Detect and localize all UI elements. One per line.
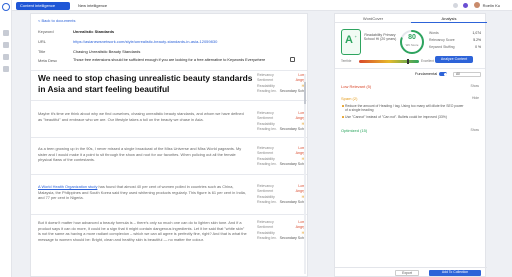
issue-item: Reduce the amount of Heading / tag. Usin… <box>342 104 465 112</box>
nav-icon-4[interactable] <box>3 66 9 72</box>
gauge-ring-icon <box>400 30 424 54</box>
url-value[interactable]: https://asianewsnetwork.com/style/unreal… <box>73 39 217 44</box>
paragraph-3[interactable]: A World Health Organization study has fo… <box>38 184 248 201</box>
bullet-icon <box>342 116 344 118</box>
meta-desc-value[interactable]: Those free extensions should be sufficie… <box>73 58 283 63</box>
document-panel: < Back to documents Keyword Unrealistic … <box>30 13 309 277</box>
scrollbar-thumb[interactable] <box>304 82 306 104</box>
title-value[interactable]: Chasing Unrealistic Beauty Standards <box>73 49 140 54</box>
section-spam[interactable]: Spam (2) <box>341 96 357 101</box>
export-button[interactable]: Export <box>395 270 419 276</box>
meta-desc-label: Meta Desc <box>38 58 58 63</box>
add-to-collection-button[interactable]: Add To Collection <box>429 270 481 276</box>
metrics-block-0: RelevancyLow SentimentAngry ReadabilityH… <box>257 73 305 95</box>
scrollbar[interactable] <box>304 74 306 274</box>
slider-max-label: Excellent <box>421 59 434 63</box>
readability-text: Readability Primary School Hi (20 years) <box>363 33 397 42</box>
metrics-block-3: RelevancyLow SentimentAngry ReadabilityH… <box>257 184 305 206</box>
metric-row: Reading lev. Secondary Sch. <box>257 127 305 132</box>
back-to-documents-link[interactable]: < Back to documents <box>38 18 75 23</box>
metric-row: Reading lev. Secondary Sch. <box>257 236 305 241</box>
section-low-relevant-toggle[interactable]: Show <box>471 84 479 88</box>
paragraph-2[interactable]: As a teen growing up in the 90s, I never… <box>38 146 248 163</box>
bullet-icon <box>342 105 344 107</box>
filter-select[interactable]: All <box>453 72 481 77</box>
nav-icon-1[interactable] <box>3 30 9 36</box>
stat-keyword-stuffing: Keyword Stuffing 0 % <box>429 45 481 49</box>
metric-row: Reading lev. Secondary Sch. <box>257 200 305 205</box>
analyze-content-button[interactable]: Analyze Content <box>435 56 473 63</box>
slider-min-label: Terrible <box>341 59 352 63</box>
nav-icon-2[interactable] <box>3 42 9 48</box>
panel-tabs: WordCover Analysis <box>335 14 487 23</box>
who-study-link[interactable]: A World Health Organization study <box>38 184 97 189</box>
notification-icon[interactable] <box>463 3 468 8</box>
stat-relevancy: Relevancy Score 5.2% <box>429 38 481 42</box>
issue-item: Use "Cannot" instead of "Can not". Bulle… <box>342 115 465 119</box>
grade-modifier: + <box>354 34 357 39</box>
tab-new-intelligence[interactable]: New intelligence <box>74 2 124 10</box>
divider <box>31 174 307 175</box>
quality-slider[interactable] <box>359 59 419 64</box>
section-optimized-toggle[interactable]: Show <box>471 128 479 132</box>
stat-words: Words 1,074 <box>429 31 481 35</box>
metric-row: Reading lev. Secondary Sch. <box>257 89 305 94</box>
fundamental-toggle[interactable] <box>439 72 447 76</box>
metrics-block-4: RelevancyLow SentimentAngry ReadabilityH… <box>257 220 305 242</box>
nav-icon-3[interactable] <box>3 54 9 60</box>
tab-wordcover[interactable]: WordCover <box>335 14 411 23</box>
section-low-relevant[interactable]: Low Relevant (5) <box>341 84 371 89</box>
keyword-value[interactable]: Unrealistic Standards <box>73 29 114 34</box>
metric-row: Reading lev. Secondary Sch. <box>257 162 305 167</box>
fundamental-label: Fundamental <box>415 72 438 76</box>
analysis-panel: WordCover Analysis A + Readability Prima… <box>334 13 487 277</box>
grade-badge: A + <box>341 29 361 55</box>
divider <box>31 100 309 101</box>
section-optimized[interactable]: Optimized (15) <box>341 128 367 133</box>
grade-letter: A <box>345 34 353 46</box>
wc-score-gauge: 80 WC Score <box>399 29 425 55</box>
divider <box>31 70 307 71</box>
metrics-block-2: RelevancyLow SentimentAngry ReadabilityH… <box>257 146 305 168</box>
bell-icon[interactable] <box>453 3 458 8</box>
divider <box>31 214 307 215</box>
tab-content-intelligence[interactable]: Content intelligence <box>16 2 70 10</box>
title-label: Title <box>38 49 46 54</box>
wc-score-label: WC Score <box>405 43 419 47</box>
divider <box>31 137 307 138</box>
tab-analysis[interactable]: Analysis <box>411 14 487 23</box>
edit-icon[interactable] <box>290 57 295 62</box>
metrics-block-1: RelevancyLow SentimentAngry ReadabilityH… <box>257 111 305 133</box>
panel-footer: Export Add To Collection <box>335 267 487 276</box>
article-heading[interactable]: We need to stop chasing unrealistic beau… <box>38 73 253 94</box>
section-spam-toggle[interactable]: Hide <box>472 96 479 100</box>
paragraph-4[interactable]: But it doesn't matter how advanced a bea… <box>38 220 248 242</box>
avatar[interactable] <box>474 2 480 8</box>
divider <box>335 68 485 69</box>
url-label: URL <box>38 39 47 44</box>
top-bar: Content intelligence New intelligence Ro… <box>12 0 512 11</box>
app-logo-icon[interactable] <box>2 3 10 11</box>
user-name[interactable]: Roelin Ku <box>483 3 500 8</box>
slider-knob[interactable] <box>407 59 409 64</box>
keyword-label: Keyword <box>38 29 54 34</box>
paragraph-1[interactable]: Maybe it's time we think about why we fi… <box>38 111 248 122</box>
wc-score-value: 80 <box>408 34 416 41</box>
sidebar <box>0 0 12 277</box>
